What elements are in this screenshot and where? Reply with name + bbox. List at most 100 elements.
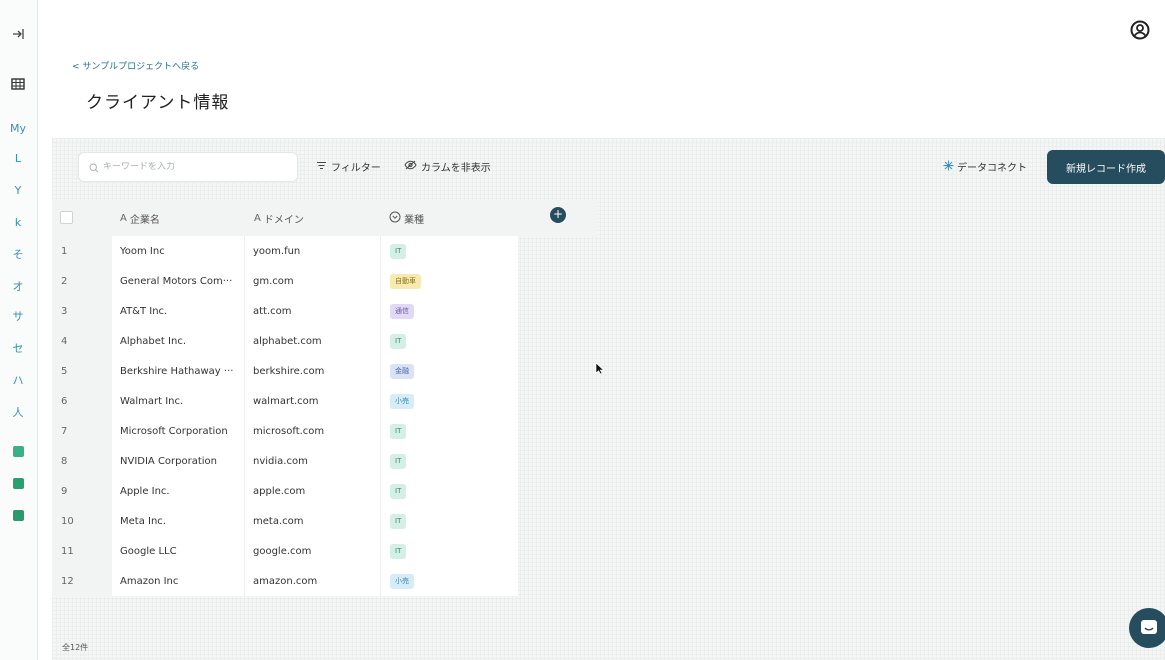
- back-link[interactable]: < サンプルプロジェクトへ戻る: [72, 59, 199, 72]
- data-connect-label: データコネクト: [957, 163, 1027, 174]
- domain-cell[interactable]: walmart.com: [245, 386, 381, 416]
- table-row[interactable]: 3 AT&T Inc. att.com 通信: [52, 296, 518, 326]
- industry-cell[interactable]: IT: [381, 476, 518, 506]
- filter-icon: [316, 161, 327, 173]
- sidebar-item[interactable]: k: [6, 212, 30, 232]
- sidebar-item[interactable]: Y: [6, 180, 30, 200]
- table-row[interactable]: 1 Yoom Inc yoom.fun IT: [52, 236, 518, 266]
- select-type-icon: [389, 211, 401, 226]
- domain-cell[interactable]: nvidia.com: [245, 446, 381, 476]
- table-icon[interactable]: [6, 74, 30, 94]
- company-name-cell[interactable]: General Motors Com···: [112, 266, 245, 296]
- row-number: 9: [52, 476, 112, 506]
- domain-cell[interactable]: berkshire.com: [245, 356, 381, 386]
- table-header: A 企業名 A ドメイン 業種: [52, 200, 598, 236]
- sidebar-item[interactable]: サ: [6, 306, 30, 326]
- company-name-cell[interactable]: Berkshire Hathaway ···: [112, 356, 245, 386]
- table-row[interactable]: 6 Walmart Inc. walmart.com 小売: [52, 386, 518, 416]
- company-name-cell[interactable]: Alphabet Inc.: [112, 326, 245, 356]
- company-name-cell[interactable]: Amazon Inc: [112, 566, 245, 596]
- new-record-button[interactable]: 新規レコード作成: [1047, 150, 1165, 184]
- company-name-cell[interactable]: Google LLC: [112, 536, 245, 566]
- domain-cell[interactable]: meta.com: [245, 506, 381, 536]
- sidebar-item[interactable]: ハ: [6, 370, 30, 390]
- sidebar-app-icon[interactable]: [13, 446, 24, 457]
- sidebar-item[interactable]: My: [6, 118, 30, 138]
- search-input[interactable]: [103, 162, 283, 172]
- search-icon: [89, 158, 99, 177]
- industry-cell[interactable]: 小売: [381, 386, 518, 416]
- add-column-icon[interactable]: +: [550, 207, 566, 223]
- table-row[interactable]: 12 Amazon Inc amazon.com 小売: [52, 566, 518, 596]
- sidebar-item[interactable]: セ: [6, 338, 30, 358]
- chat-support-button[interactable]: [1129, 608, 1165, 648]
- company-name-cell[interactable]: Meta Inc.: [112, 506, 245, 536]
- industry-cell[interactable]: IT: [381, 506, 518, 536]
- industry-cell[interactable]: 自動車: [381, 266, 518, 296]
- company-name-cell[interactable]: AT&T Inc.: [112, 296, 245, 326]
- table-row[interactable]: 4 Alphabet Inc. alphabet.com IT: [52, 326, 518, 356]
- table-row[interactable]: 8 NVIDIA Corporation nvidia.com IT: [52, 446, 518, 476]
- industry-cell[interactable]: IT: [381, 446, 518, 476]
- sidebar-item[interactable]: L: [6, 148, 30, 168]
- company-name-cell[interactable]: NVIDIA Corporation: [112, 446, 245, 476]
- data-connect-button[interactable]: データコネクト: [943, 159, 1027, 174]
- domain-cell[interactable]: att.com: [245, 296, 381, 326]
- column-header-industry[interactable]: 業種: [389, 200, 424, 236]
- industry-tag: IT: [390, 543, 407, 559]
- company-name-cell[interactable]: Apple Inc.: [112, 476, 245, 506]
- sidebar-app-icon[interactable]: [13, 478, 24, 489]
- sidebar-item[interactable]: そ: [6, 244, 30, 264]
- industry-cell[interactable]: IT: [381, 416, 518, 446]
- industry-tag: 通信: [390, 303, 414, 319]
- industry-cell[interactable]: IT: [381, 236, 518, 266]
- row-number: 5: [52, 356, 112, 386]
- domain-cell[interactable]: alphabet.com: [245, 326, 381, 356]
- row-number: 8: [52, 446, 112, 476]
- hide-columns-button[interactable]: カラムを非表示: [404, 159, 491, 174]
- page-title: クライアント情報: [86, 93, 230, 113]
- domain-cell[interactable]: yoom.fun: [245, 236, 381, 266]
- table-row[interactable]: 9 Apple Inc. apple.com IT: [52, 476, 518, 506]
- hide-columns-label: カラムを非表示: [421, 163, 491, 174]
- table-row[interactable]: 7 Microsoft Corporation microsoft.com IT: [52, 416, 518, 446]
- expand-sidebar-icon[interactable]: [6, 24, 30, 44]
- column-header-domain[interactable]: A ドメイン: [254, 200, 304, 236]
- column-label: 業種: [404, 214, 424, 226]
- industry-cell[interactable]: 通信: [381, 296, 518, 326]
- search-box[interactable]: [78, 152, 298, 182]
- select-all-checkbox[interactable]: [60, 211, 73, 224]
- domain-cell[interactable]: microsoft.com: [245, 416, 381, 446]
- filter-button[interactable]: フィルター: [316, 159, 381, 174]
- sidebar-item[interactable]: オ: [6, 276, 30, 296]
- industry-tag: IT: [390, 423, 407, 439]
- domain-cell[interactable]: google.com: [245, 536, 381, 566]
- industry-tag: IT: [390, 453, 407, 469]
- industry-cell[interactable]: IT: [381, 326, 518, 356]
- row-number: 1: [52, 236, 112, 266]
- table-row[interactable]: 10 Meta Inc. meta.com IT: [52, 506, 518, 536]
- column-label: 企業名: [129, 214, 160, 226]
- eye-slash-icon: [404, 160, 417, 173]
- company-name-cell[interactable]: Walmart Inc.: [112, 386, 245, 416]
- row-number: 7: [52, 416, 112, 446]
- company-name-cell[interactable]: Microsoft Corporation: [112, 416, 245, 446]
- domain-cell[interactable]: gm.com: [245, 266, 381, 296]
- column-header-company[interactable]: A 企業名: [120, 200, 160, 236]
- table-row[interactable]: 11 Google LLC google.com IT: [52, 536, 518, 566]
- sidebar-app-icon[interactable]: [13, 510, 24, 521]
- domain-cell[interactable]: apple.com: [245, 476, 381, 506]
- industry-cell[interactable]: 金融: [381, 356, 518, 386]
- sidebar-item[interactable]: 人: [6, 402, 30, 422]
- table-row[interactable]: 5 Berkshire Hathaway ··· berkshire.com 金融: [52, 356, 518, 386]
- company-name-cell[interactable]: Yoom Inc: [112, 236, 245, 266]
- domain-cell[interactable]: amazon.com: [245, 566, 381, 596]
- industry-cell[interactable]: 小売: [381, 566, 518, 596]
- header: [52, 8, 1165, 138]
- table-row[interactable]: 2 General Motors Com··· gm.com 自動車: [52, 266, 518, 296]
- industry-tag: IT: [390, 513, 407, 529]
- user-account-icon[interactable]: [1127, 17, 1153, 43]
- row-number: 3: [52, 296, 112, 326]
- industry-cell[interactable]: IT: [381, 536, 518, 566]
- chat-icon: [1140, 619, 1158, 641]
